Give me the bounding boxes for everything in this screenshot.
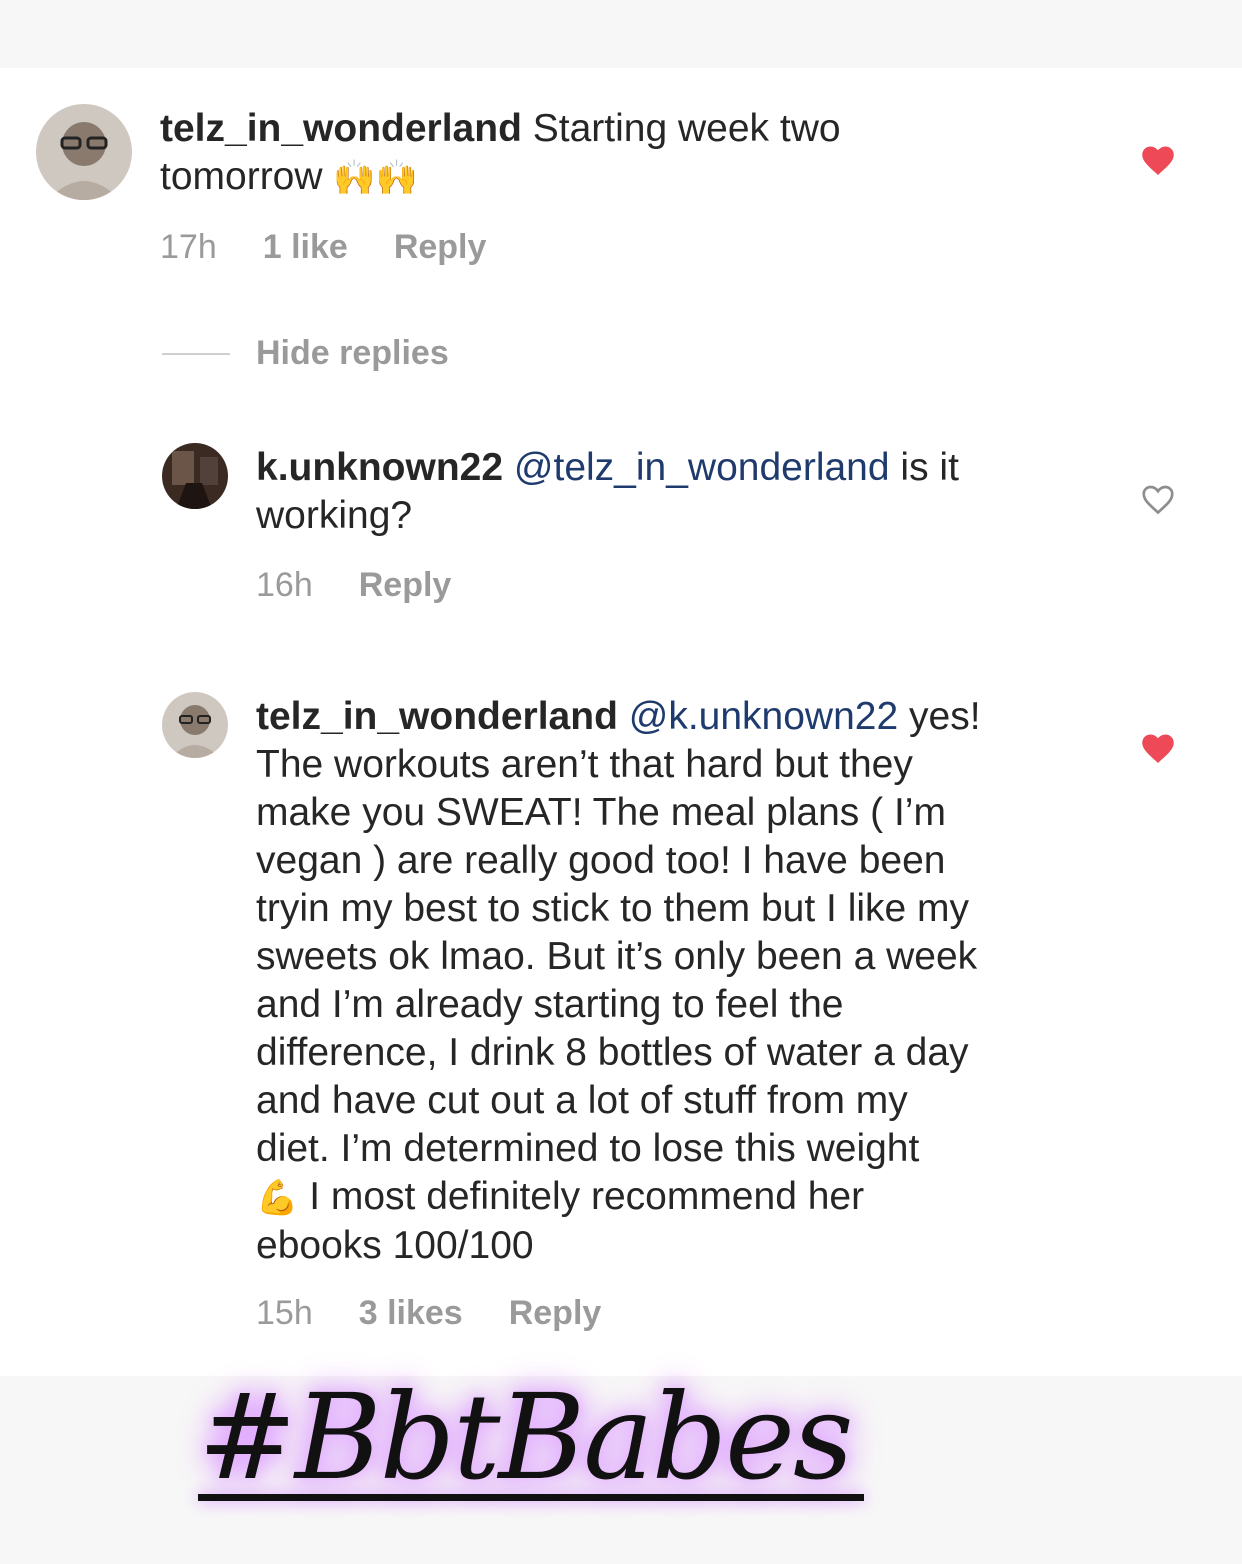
avatar[interactable] [162,443,228,509]
avatar[interactable] [36,104,132,200]
reply-button[interactable]: Reply [359,566,452,604]
top-strip [0,0,1242,68]
mention-link[interactable]: @telz_in_wonderland [514,446,890,489]
comment-meta: 16h Reply [256,566,497,605]
timestamp: 16h [256,566,313,604]
comment-body: yes! [909,695,981,738]
heart-outline-icon[interactable] [1140,482,1176,516]
heart-filled-icon[interactable] [1140,143,1176,177]
comment-line: sweets ok lmao. But it’s only been a wee… [256,935,978,978]
avatar-image [162,692,228,758]
comment-line: I most definitely recommend her [309,1175,865,1218]
divider-line [162,352,230,355]
avatar-image [36,104,132,200]
like-count[interactable]: 3 likes [359,1294,463,1332]
comment-line: The workouts aren’t that hard but they [256,743,913,786]
comment-line: tryin my best to stick to them but I lik… [256,887,970,930]
comment-line: diet. I’m determined to lose this weight [256,1127,920,1170]
heart-filled-icon[interactable] [1140,731,1176,765]
comment-line: make you SWEAT! The meal plans ( I’m [256,791,946,834]
comment-meta: 17h 1 like Reply [160,228,532,267]
username[interactable]: k.unknown22 [256,446,503,489]
comment-meta: 15h 3 likes Reply [256,1294,647,1333]
like-count[interactable]: 1 like [263,228,348,266]
flexed-biceps-emoji-icon: 💪 [256,1178,299,1218]
avatar-image [162,443,228,509]
reply-button[interactable]: Reply [394,228,487,266]
comment-text: telz_in_wonderland Starting week two tom… [160,105,1120,202]
comment-text: telz_in_wonderland @k.unknown22 yes! The… [256,693,1116,1270]
comment-line: and have cut out a lot of stuff from my [256,1079,908,1122]
hashtag-overlay: #BbtBabes [198,1368,854,1506]
comment-line: ebooks 100/100 [256,1224,534,1267]
raising-hands-emoji-icon: 🙌🙌 [333,158,419,198]
timestamp: 15h [256,1294,313,1332]
comment-body-continued: tomorrow [160,155,323,198]
timestamp: 17h [160,228,217,266]
comment-line: and I’m already starting to feel the [256,983,844,1026]
hide-replies-label: Hide replies [256,334,449,372]
avatar[interactable] [162,692,228,758]
comment-text: k.unknown22 @telz_in_wonderland is it wo… [256,444,1116,540]
reply-button[interactable]: Reply [509,1294,602,1332]
comment-line: difference, I drink 8 bottles of water a… [256,1031,969,1074]
comment-line: vegan ) are really good too! I have been [256,839,946,882]
hashtag-underline [198,1494,864,1501]
hide-replies-toggle[interactable]: Hide replies [162,334,449,373]
comment-body-continued: working? [256,494,413,537]
username[interactable]: telz_in_wonderland [160,107,522,150]
comment-body: is it [900,446,959,489]
mention-link[interactable]: @k.unknown22 [629,695,898,738]
comment-body: Starting week two [532,107,841,150]
username[interactable]: telz_in_wonderland [256,695,618,738]
